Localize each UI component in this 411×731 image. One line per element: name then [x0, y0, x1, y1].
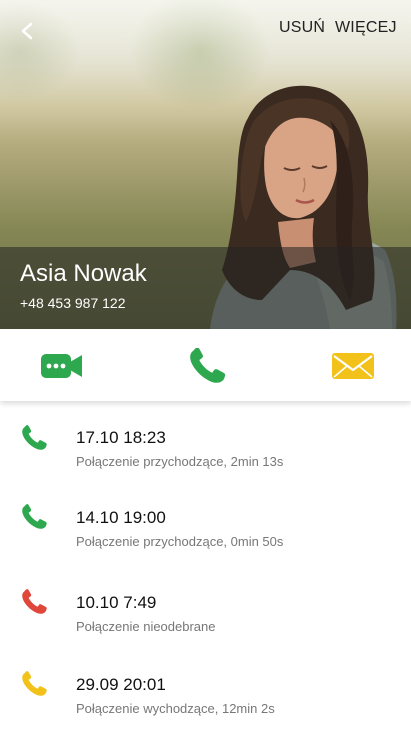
call-history-row[interactable]: 14.10 19:00 Połączenie przychodzące, 0mi… — [0, 481, 411, 561]
contact-action-bar — [0, 329, 411, 401]
message-button[interactable] — [330, 351, 376, 381]
chevron-left-icon — [21, 22, 33, 40]
voice-call-button[interactable] — [186, 347, 228, 385]
call-description: Połączenie nieodebrane — [76, 619, 216, 634]
call-datetime: 14.10 19:00 — [76, 508, 166, 527]
call-description: Połączenie wychodzące, 12min 2s — [76, 701, 275, 716]
call-history-row[interactable]: 29.09 20:01 Połączenie wychodzące, 12min… — [0, 648, 411, 728]
call-datetime: 17.10 18:23 — [76, 428, 166, 447]
back-button[interactable] — [14, 18, 40, 44]
contact-phone: +48 453 987 122 — [20, 295, 126, 311]
more-button[interactable]: WIĘCEJ — [335, 19, 397, 37]
call-description: Połączenie przychodzące, 2min 13s — [76, 454, 284, 469]
call-history-row[interactable]: 10.10 7:49 Połączenie nieodebrane — [0, 566, 411, 646]
video-camera-icon — [41, 354, 82, 378]
video-call-button[interactable] — [40, 352, 84, 380]
call-datetime: 10.10 7:49 — [76, 593, 157, 612]
delete-button[interactable]: USUŃ — [279, 19, 325, 37]
outgoing-call-icon — [22, 671, 47, 696]
call-description: Połączenie przychodzące, 0min 50s — [76, 534, 284, 549]
call-history-row[interactable]: 17.10 18:23 Połączenie przychodzące, 2mi… — [0, 401, 411, 481]
call-datetime: 29.09 20:01 — [76, 675, 166, 694]
incoming-call-icon — [22, 425, 47, 450]
incoming-call-icon — [22, 504, 47, 529]
phone-icon — [190, 348, 226, 383]
envelope-icon — [332, 353, 374, 379]
contact-name: Asia Nowak — [20, 260, 147, 287]
missed-call-icon — [22, 589, 47, 614]
